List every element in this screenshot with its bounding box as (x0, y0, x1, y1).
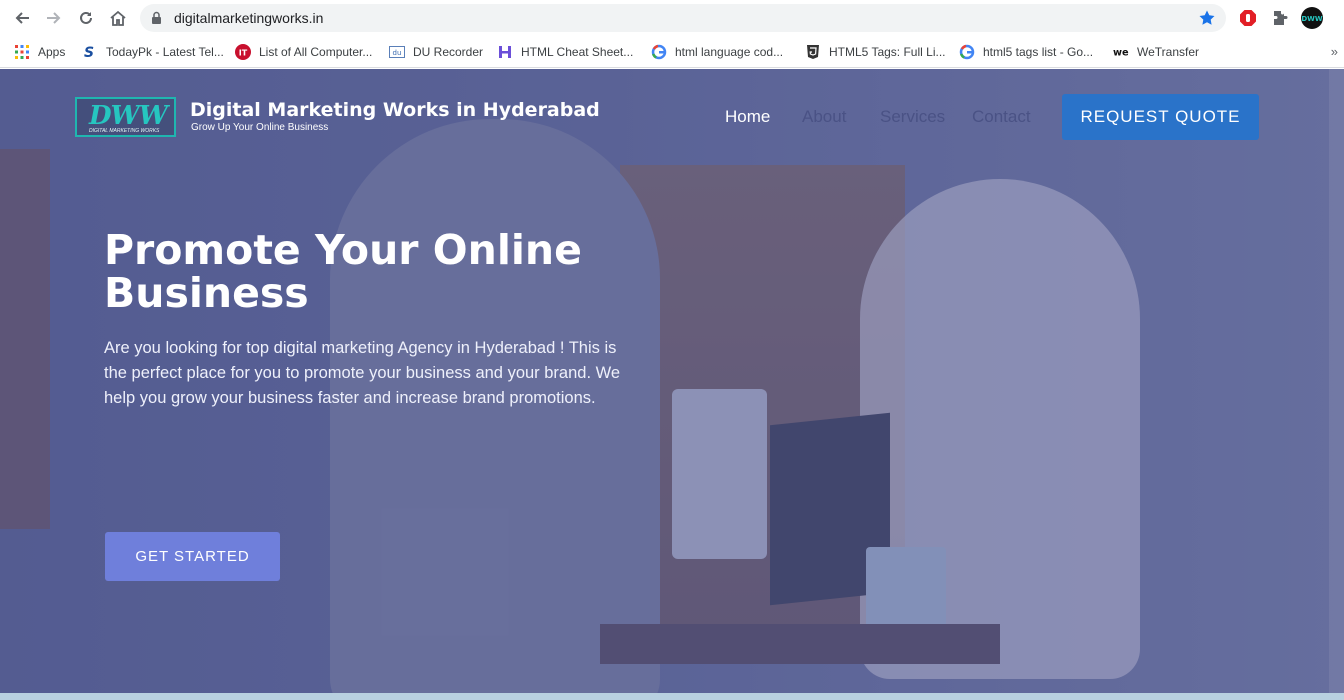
nav-about[interactable]: About (802, 107, 846, 127)
svg-text:we: we (1113, 48, 1129, 59)
hero-description: Are you looking for top digital marketin… (104, 339, 621, 407)
bookmark-todaypk[interactable]: S TodayPk - Latest Tel... (82, 42, 224, 62)
bookmark-html5-tags-list[interactable]: html5 tags list - Go... (959, 42, 1093, 62)
bookmark-html5-tags[interactable]: HTML5 Tags: Full Li... (805, 42, 945, 62)
svg-text:DWW: DWW (1301, 15, 1323, 23)
address-bar[interactable]: digitalmarketingworks.in (140, 4, 1226, 32)
lock-icon (151, 11, 162, 30)
svg-text:IT: IT (239, 49, 248, 58)
url-text: digitalmarketingworks.in (174, 10, 324, 26)
home-icon[interactable] (108, 8, 128, 28)
forward-icon[interactable] (44, 8, 64, 28)
get-started-button[interactable]: GET STARTED (105, 532, 280, 581)
request-quote-button[interactable]: REQUEST QUOTE (1062, 94, 1259, 140)
google-icon (651, 44, 667, 60)
svg-text:S: S (84, 45, 94, 60)
bookmark-du-recorder[interactable]: du DU Recorder (389, 42, 483, 62)
reload-icon[interactable] (76, 8, 96, 28)
profile-avatar[interactable]: DWW (1300, 6, 1324, 30)
svg-text:du: du (393, 49, 402, 57)
todaypk-icon: S (82, 44, 98, 60)
shield-icon (805, 44, 821, 60)
brand-tagline: Grow Up Your Online Business (191, 122, 329, 133)
bookmark-label: html language cod... (675, 45, 784, 59)
google-icon (959, 44, 975, 60)
bookmark-label: html5 tags list - Go... (983, 45, 1094, 59)
back-icon[interactable] (12, 8, 32, 28)
bookmarks-overflow-chevron-icon[interactable]: » (1331, 44, 1338, 59)
logo-subtext: DIGITAL MARKETING WORKS (89, 128, 160, 134)
site-logo[interactable]: DWW DIGITAL MARKETING WORKS (75, 97, 176, 137)
it-icon: IT (235, 44, 251, 60)
bookmark-label: List of All Computer... (259, 45, 373, 59)
nav-services[interactable]: Services (880, 107, 945, 127)
bookmark-star-icon[interactable] (1198, 9, 1216, 32)
bookmark-label: TodayPk - Latest Tel... (106, 45, 224, 59)
bookmark-label: HTML Cheat Sheet... (521, 45, 634, 59)
nav-contact[interactable]: Contact (972, 107, 1031, 127)
brand-title[interactable]: Digital Marketing Works in Hyderabad (190, 99, 600, 121)
bookmark-computer-list[interactable]: IT List of All Computer... (235, 42, 372, 62)
logo-mark: DWW (89, 101, 168, 131)
bookmark-html-language[interactable]: html language cod... (651, 42, 783, 62)
bookmark-label: WeTransfer (1137, 45, 1200, 59)
hero-headline: Promote Your Online Business (104, 226, 582, 317)
wetransfer-icon: we (1113, 44, 1129, 60)
h-icon (497, 44, 513, 60)
adblock-extension-icon[interactable] (1238, 8, 1258, 28)
nav-home[interactable]: Home (725, 107, 770, 127)
bookmark-label: DU Recorder (413, 45, 484, 59)
bookmark-label: Apps (38, 45, 66, 59)
du-icon: du (389, 44, 405, 60)
bookmark-apps[interactable]: Apps (14, 42, 65, 62)
hero-section: DWW DIGITAL MARKETING WORKS Digital Mark… (0, 69, 1344, 700)
apps-grid-icon (14, 44, 30, 60)
next-section-preview (0, 693, 1344, 700)
bookmark-label: HTML5 Tags: Full Li... (829, 45, 946, 59)
extensions-puzzle-icon[interactable] (1270, 8, 1290, 28)
bookmark-wetransfer[interactable]: we WeTransfer (1113, 42, 1199, 62)
browser-toolbar: digitalmarketingworks.in DWW (0, 0, 1344, 36)
page-scrollbar[interactable] (1329, 69, 1344, 700)
bookmarks-bar: Apps S TodayPk - Latest Tel... IT List o… (0, 36, 1344, 68)
bookmark-html-cheat[interactable]: HTML Cheat Sheet... (497, 42, 633, 62)
